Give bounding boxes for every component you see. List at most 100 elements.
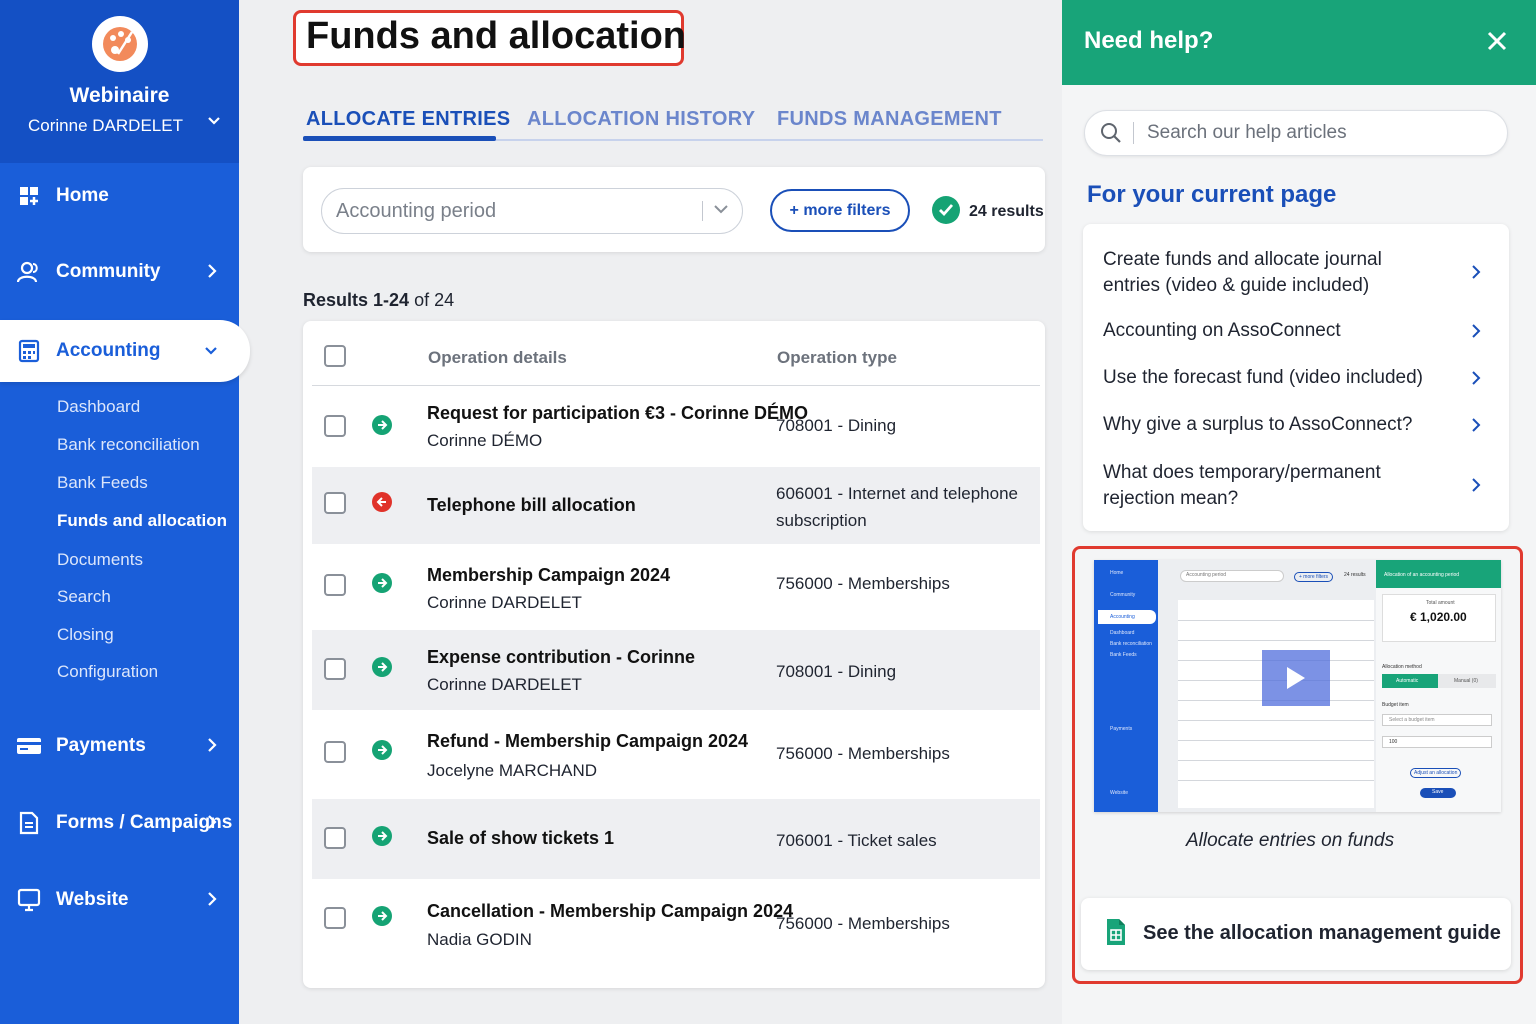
preview-row <box>1178 720 1374 721</box>
subnav-bank-reconciliation[interactable]: Bank reconciliation <box>57 435 200 455</box>
table-row[interactable]: Refund - Membership Campaign 2024 Jocely… <box>312 711 1040 798</box>
row-checkbox[interactable] <box>324 574 346 596</box>
more-filters-button[interactable]: + more filters <box>770 189 910 232</box>
nav-community[interactable]: Community <box>0 244 239 300</box>
select-all-checkbox[interactable] <box>324 345 346 367</box>
table-row[interactable]: Cancellation - Membership Campaign 2024 … <box>312 880 1040 964</box>
row-checkbox[interactable] <box>324 415 346 437</box>
org-name: Webinaire <box>69 84 170 107</box>
subnav-funds-and-allocation[interactable]: Funds and allocation <box>57 511 227 531</box>
preview-row <box>1178 780 1374 781</box>
table-row[interactable]: Expense contribution - Corinne Corinne D… <box>312 630 1040 710</box>
user-name: Corinne DARDELET <box>28 116 183 135</box>
nav-payments-label: Payments <box>56 735 146 756</box>
chevron-right-icon <box>1472 265 1481 279</box>
help-article-link[interactable]: Accounting on AssoConnect <box>1103 318 1443 344</box>
play-icon[interactable] <box>1262 650 1330 706</box>
preview-row <box>1178 640 1374 641</box>
preview-text: 100 <box>1382 736 1492 748</box>
preview-text: Total amount <box>1426 600 1455 606</box>
table-row[interactable]: Request for participation €3 - Corinne D… <box>312 388 1040 466</box>
preview-text: Adjust an allocation <box>1410 768 1462 778</box>
document-icon <box>16 810 42 836</box>
operation-type: 708001 - Dining <box>776 416 897 435</box>
palette-icon <box>102 27 137 61</box>
monitor-icon <box>16 887 42 913</box>
chevron-down-icon <box>205 347 217 355</box>
preview-text: Dashboard <box>1110 630 1135 636</box>
preview-text: Select a budget item <box>1382 714 1492 726</box>
preview-text: Budget item <box>1382 702 1409 708</box>
tab-allocate-entries[interactable]: ALLOCATE ENTRIES <box>306 108 510 131</box>
preview-text: Allocation of an accounting period <box>1384 572 1460 578</box>
nav-forms-label: Forms / Campaigns <box>56 812 233 833</box>
help-article-link[interactable]: Create funds and allocate journal entrie… <box>1103 247 1443 299</box>
preview-text: Accounting period <box>1186 572 1227 578</box>
operation-title: Sale of show tickets 1 <box>427 828 615 848</box>
spreadsheet-icon <box>1107 919 1125 945</box>
header-divider <box>312 385 1040 386</box>
check-circle-icon <box>932 196 960 224</box>
preview-text: Manual (0) <box>1438 674 1496 688</box>
row-checkbox[interactable] <box>324 907 346 929</box>
row-checkbox[interactable] <box>324 658 346 680</box>
row-checkbox[interactable] <box>324 827 346 849</box>
tab-funds-management[interactable]: FUNDS MANAGEMENT <box>777 108 1002 131</box>
results-count: 24 results <box>969 203 1044 220</box>
chevron-right-icon <box>208 892 217 906</box>
operation-type: 706001 - Ticket sales <box>776 831 937 850</box>
subnav-closing[interactable]: Closing <box>57 625 114 645</box>
nav-forms-campaigns[interactable]: Forms / Campaigns <box>0 795 239 851</box>
preview-text: + more filters <box>1294 572 1334 582</box>
incoming-arrow-icon <box>372 415 392 435</box>
preview-text: € 1,020.00 <box>1410 610 1467 624</box>
help-article-link[interactable]: Why give a surplus to AssoConnect? <box>1103 412 1443 438</box>
help-title: Need help? <box>1084 27 1214 54</box>
results-range: Results 1-24 <box>303 290 410 310</box>
operation-subtitle: Jocelyne MARCHAND <box>427 761 598 780</box>
tab-allocation-history[interactable]: ALLOCATION HISTORY <box>527 108 755 131</box>
chevron-right-icon <box>1472 324 1481 338</box>
chevron-down-icon[interactable] <box>713 203 729 215</box>
table-row[interactable]: Membership Campaign 2024 Corinne DARDELE… <box>312 545 1040 629</box>
video-player[interactable]: Home Community Accounting Dashboard Bank… <box>1094 560 1501 812</box>
table-row[interactable]: Telephone bill allocation 606001 - Inter… <box>312 467 1040 544</box>
close-icon[interactable] <box>1486 30 1508 52</box>
chevron-right-icon <box>208 264 217 278</box>
calculator-icon <box>16 338 42 364</box>
active-tab-indicator <box>303 136 496 141</box>
nav-accounting[interactable]: Accounting <box>0 320 250 382</box>
subnav-dashboard[interactable]: Dashboard <box>57 397 140 417</box>
subnav-documents[interactable]: Documents <box>57 550 143 570</box>
chevron-down-icon[interactable] <box>207 116 221 126</box>
operation-subtitle: Corinne DARDELET <box>427 593 582 612</box>
operation-title: Telephone bill allocation <box>427 495 636 515</box>
nav-website[interactable]: Website <box>0 872 239 928</box>
nav-payments[interactable]: Payments <box>0 718 239 774</box>
nav-home[interactable]: Home <box>0 168 239 224</box>
row-checkbox[interactable] <box>324 492 346 514</box>
subnav-configuration[interactable]: Configuration <box>57 662 158 682</box>
nav-home-label: Home <box>56 185 109 206</box>
dashboard-icon <box>16 183 42 209</box>
subnav-bank-feeds[interactable]: Bank Feeds <box>57 473 148 493</box>
help-article-link[interactable]: What does temporary/permanent rejection … <box>1103 460 1443 512</box>
preview-row <box>1178 760 1374 761</box>
incoming-arrow-icon <box>372 657 392 677</box>
incoming-arrow-icon <box>372 906 392 926</box>
accounting-period-placeholder: Accounting period <box>336 200 497 222</box>
operation-subtitle: Corinne DÉMO <box>427 431 543 450</box>
row-checkbox[interactable] <box>324 741 346 763</box>
incoming-arrow-icon <box>372 740 392 760</box>
column-operation-details: Operation details <box>428 348 567 367</box>
operation-type: 708001 - Dining <box>776 662 897 681</box>
preview-text: Website <box>1110 790 1128 796</box>
help-article-link[interactable]: Use the forecast fund (video included) <box>1103 365 1443 391</box>
guide-link-label: See the allocation management guide <box>1143 922 1501 944</box>
subnav-search[interactable]: Search <box>57 587 111 607</box>
org-header[interactable]: Webinaire Corinne DARDELET <box>0 0 239 163</box>
operation-title: Request for participation €3 - Corinne D… <box>427 403 809 423</box>
chevron-right-icon <box>208 738 217 752</box>
table-row[interactable]: Sale of show tickets 1 706001 - Ticket s… <box>312 799 1040 879</box>
help-search-placeholder: Search our help articles <box>1147 122 1347 143</box>
